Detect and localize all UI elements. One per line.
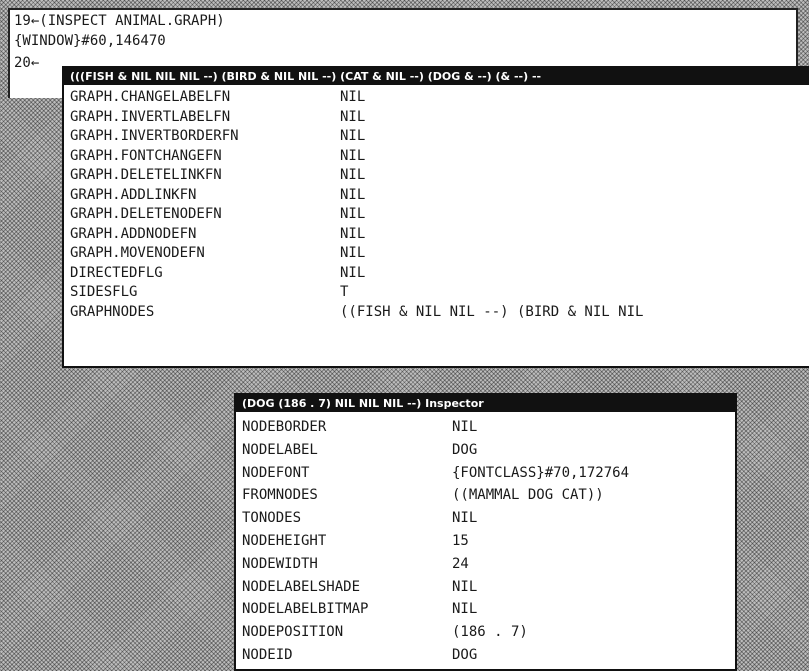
field-value[interactable]: NIL xyxy=(452,598,477,621)
field-value[interactable]: NIL xyxy=(340,88,365,108)
inspector-row[interactable]: GRAPHNODES ((FISH & NIL NIL --) (BIRD & N… xyxy=(64,303,809,323)
inspector-row[interactable]: NODEPOSITION (186 . 7) xyxy=(236,621,735,644)
field-name[interactable]: GRAPH.ADDLINKFN xyxy=(70,186,196,206)
field-name[interactable]: NODELABELSHADE xyxy=(242,576,360,599)
field-name[interactable]: TONODES xyxy=(242,507,301,530)
inspector-row[interactable]: GRAPH.ADDLINKFN NIL xyxy=(64,186,809,206)
field-value[interactable]: ((FISH & NIL NIL --) (BIRD & NIL NIL xyxy=(340,303,643,323)
field-name[interactable]: NODEHEIGHT xyxy=(242,530,326,553)
field-name[interactable]: GRAPH.DELETENODEFN xyxy=(70,205,222,225)
field-value[interactable]: (186 . 7) xyxy=(452,621,528,644)
field-name[interactable]: GRAPH.INVERTBORDERFN xyxy=(70,127,239,147)
inspector-row[interactable]: GRAPH.MOVENODEFN NIL xyxy=(64,244,809,264)
node-inspector-window[interactable]: (DOG (186 . 7) NIL NIL NIL --) Inspector… xyxy=(234,393,737,671)
field-value[interactable]: DOG xyxy=(452,439,477,462)
field-value[interactable]: NIL xyxy=(452,576,477,599)
field-name[interactable]: GRAPH.CHANGELABELFN xyxy=(70,88,230,108)
field-name[interactable]: NODELABEL xyxy=(242,439,318,462)
field-value[interactable]: {FONTCLASS}#70,172764 xyxy=(452,462,629,485)
field-name[interactable]: SIDESFLG xyxy=(70,283,137,303)
inspector-row[interactable]: GRAPH.DELETELINKFN NIL xyxy=(64,166,809,186)
inspector-row[interactable]: GRAPH.FONTCHANGEFN NIL xyxy=(64,147,809,167)
inspector-row[interactable]: FROMNODES ((MAMMAL DOG CAT)) xyxy=(236,484,735,507)
field-name[interactable]: NODEBORDER xyxy=(242,416,326,439)
field-value[interactable]: NIL xyxy=(340,264,365,284)
exec-line-2: {WINDOW}#60,146470 xyxy=(14,33,166,49)
field-name[interactable]: FROMNODES xyxy=(242,484,318,507)
field-value[interactable]: NIL xyxy=(340,244,365,264)
field-value[interactable]: NIL xyxy=(340,186,365,206)
field-value[interactable]: NIL xyxy=(340,127,365,147)
field-value[interactable]: 24 xyxy=(452,553,469,576)
field-value[interactable]: NIL xyxy=(340,205,365,225)
field-name[interactable]: NODEFONT xyxy=(242,462,309,485)
field-value[interactable]: ((MAMMAL DOG CAT)) xyxy=(452,484,604,507)
field-name[interactable]: GRAPH.MOVENODEFN xyxy=(70,244,205,264)
graph-inspector-window[interactable]: (((FISH & NIL NIL NIL --) (BIRD & NIL NI… xyxy=(62,66,809,368)
inspector-row[interactable]: DIRECTEDFLG NIL xyxy=(64,264,809,284)
inspector-row[interactable]: GRAPH.INVERTBORDERFN NIL xyxy=(64,127,809,147)
field-value[interactable]: 15 xyxy=(452,530,469,553)
inspector-row[interactable]: NODEBORDER NIL xyxy=(236,416,735,439)
field-name[interactable]: NODELABELBITMAP xyxy=(242,598,368,621)
field-value[interactable]: NIL xyxy=(452,507,477,530)
inspector-row[interactable]: GRAPH.CHANGELABELFN NIL xyxy=(64,88,809,108)
inspector-row[interactable]: SIDESFLG T xyxy=(64,283,809,303)
inspector-row[interactable]: NODEHEIGHT 15 xyxy=(236,530,735,553)
node-inspector-fields: NODEBORDER NIL NODELABEL DOG NODEFONT {FONTCL… xyxy=(236,416,735,669)
field-name[interactable]: NODEPOSITION xyxy=(242,621,343,644)
field-value[interactable]: NIL xyxy=(340,166,365,186)
inspector-row[interactable]: NODEID DOG xyxy=(236,644,735,667)
inspector-row[interactable]: NODEWIDTH 24 xyxy=(236,553,735,576)
field-value[interactable]: NIL xyxy=(340,225,365,245)
field-name[interactable]: GRAPH.ADDNODEFN xyxy=(70,225,196,245)
field-value[interactable]: NIL xyxy=(452,416,477,439)
field-value[interactable]: NIL xyxy=(340,147,365,167)
field-name[interactable]: GRAPH.INVERTLABELFN xyxy=(70,108,230,128)
field-name[interactable]: GRAPH.DELETELINKFN xyxy=(70,166,222,186)
field-value[interactable]: DOG xyxy=(452,644,477,667)
inspector-row[interactable]: GRAPH.INVERTLABELFN NIL xyxy=(64,108,809,128)
inspector-row[interactable]: GRAPH.ADDNODEFN NIL xyxy=(64,225,809,245)
exec-line-1: 19←(INSPECT ANIMAL.GRAPH) xyxy=(14,13,225,29)
field-value[interactable]: NIL xyxy=(340,108,365,128)
graph-inspector-fields: GRAPH.CHANGELABELFN NIL GRAPH.INVERTLABELF… xyxy=(64,88,809,366)
inspector-row[interactable]: NODEFONT {FONTCLASS}#70,172764 xyxy=(236,462,735,485)
field-name[interactable]: GRAPHNODES xyxy=(70,303,154,323)
field-name[interactable]: NODEWIDTH xyxy=(242,553,318,576)
inspector-row[interactable]: NODELABELBITMAP NIL xyxy=(236,598,735,621)
exec-prompt[interactable]: 20← xyxy=(14,54,39,72)
inspector-row[interactable]: GRAPH.DELETENODEFN NIL xyxy=(64,205,809,225)
field-name[interactable]: DIRECTEDFLG xyxy=(70,264,163,284)
field-value[interactable]: T xyxy=(340,283,348,303)
graph-inspector-title[interactable]: (((FISH & NIL NIL NIL --) (BIRD & NIL NI… xyxy=(64,68,809,85)
field-name[interactable]: GRAPH.FONTCHANGEFN xyxy=(70,147,222,167)
field-name[interactable]: NODEID xyxy=(242,644,293,667)
inspector-row[interactable]: TONODES NIL xyxy=(236,507,735,530)
node-inspector-title[interactable]: (DOG (186 . 7) NIL NIL NIL --) Inspector xyxy=(236,395,735,412)
inspector-row[interactable]: NODELABEL DOG xyxy=(236,439,735,462)
inspector-row[interactable]: NODELABELSHADE NIL xyxy=(236,576,735,599)
